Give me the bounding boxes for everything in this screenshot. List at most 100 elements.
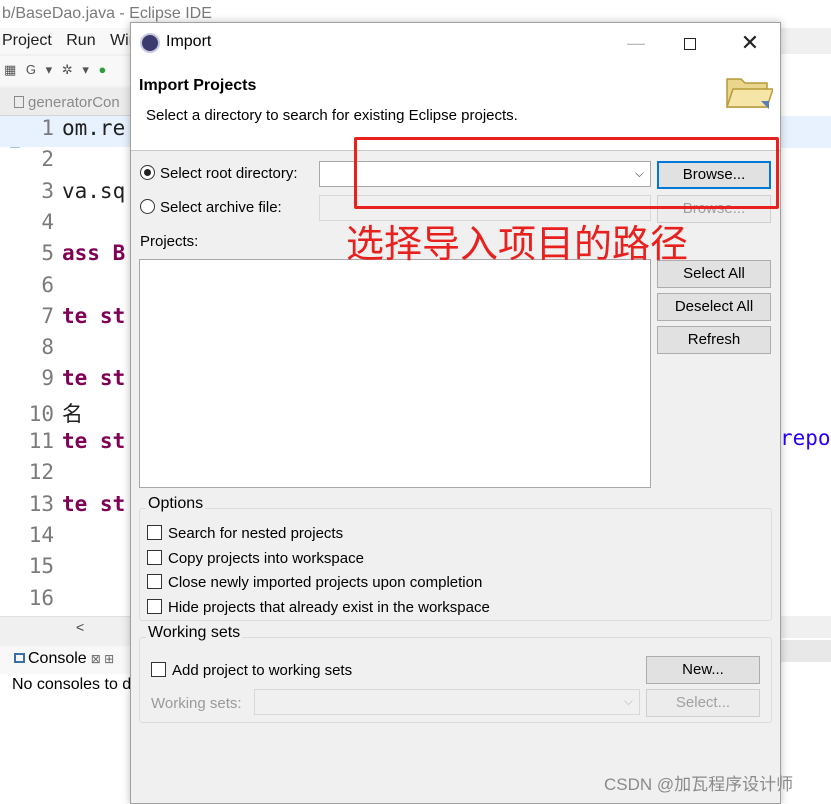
search-nested-label: Search for nested projects: [168, 525, 344, 542]
eclipse-icon: [140, 33, 160, 53]
checkbox-icon: [151, 662, 166, 677]
line-code: te st: [62, 303, 126, 328]
dialog-titlebar[interactable]: Import — ✕: [131, 23, 780, 63]
line-number: 8: [41, 335, 54, 360]
line-code: te st: [62, 491, 126, 516]
copy-projects-label: Copy projects into workspace: [168, 550, 364, 567]
root-directory-label: Select root directory:: [160, 165, 298, 182]
editor-line[interactable]: 5 ass B: [0, 241, 140, 272]
annotation-text: 选择导入项目的路径: [346, 222, 689, 266]
editor-line[interactable]: 9 te st: [0, 366, 140, 397]
menu-run[interactable]: Run: [66, 32, 95, 49]
editor-line[interactable]: 6: [0, 273, 140, 304]
line-number: 16: [28, 585, 54, 610]
line-code: te st: [62, 429, 126, 453]
select-working-set-button[interactable]: Select...: [646, 689, 760, 717]
editor-horizontal-scrollbar[interactable]: <: [0, 616, 140, 638]
editor-line[interactable]: 1 om.re: [0, 116, 140, 147]
editor-line[interactable]: 16: [0, 586, 140, 617]
line-number: 10: [28, 401, 54, 426]
dialog-title: Import: [166, 33, 212, 50]
editor-line[interactable]: 3 va.sq: [0, 179, 140, 210]
toolbar-dropdown-icon[interactable]: ▾: [82, 62, 89, 77]
checkbox-icon: [147, 525, 162, 540]
line-number: 12: [28, 460, 54, 485]
import-dialog: Import — ✕ Import Projects Select a dire…: [130, 22, 781, 804]
toolbar-run-icon[interactable]: ●: [99, 62, 107, 77]
console-output: No consoles to d: [0, 674, 140, 804]
checkbox-icon: [147, 599, 162, 614]
line-number: 5: [41, 241, 54, 266]
hide-existing-checkbox[interactable]: Hide projects that already exist in the …: [147, 599, 490, 616]
ide-toolbar: ▦ G ▾ ✲ ▾ ●: [0, 56, 140, 86]
menu-project[interactable]: Project: [2, 32, 52, 49]
archive-file-label: Select archive file:: [160, 199, 282, 216]
close-imported-label: Close newly imported projects upon compl…: [168, 574, 483, 591]
header-description: Select a directory to search for existin…: [146, 107, 518, 124]
editor-line[interactable]: 2: [0, 147, 140, 178]
editor-line[interactable]: 7 te st: [0, 304, 140, 335]
editor-line[interactable]: 14: [0, 523, 140, 554]
line-number: 15: [28, 554, 54, 579]
editor-line[interactable]: 13 te st: [0, 492, 140, 523]
close-imported-checkbox[interactable]: Close newly imported projects upon compl…: [147, 574, 482, 591]
toolbar-grid-icon[interactable]: ▦: [4, 62, 16, 77]
editor-line[interactable]: 4: [0, 210, 140, 241]
scroll-left-icon[interactable]: <: [76, 619, 84, 635]
view-toolbar-right: [780, 640, 831, 662]
search-nested-checkbox[interactable]: Search for nested projects: [147, 525, 343, 542]
toolbar-dropdown-icon[interactable]: ▾: [46, 62, 53, 77]
radio-unselected-icon: [140, 199, 155, 214]
line-number: 2: [41, 147, 54, 172]
radio-selected-icon: [140, 165, 155, 180]
checkbox-icon: [147, 574, 162, 589]
maximize-icon: [684, 38, 696, 50]
copy-projects-checkbox[interactable]: Copy projects into workspace: [147, 550, 364, 567]
editor-tab[interactable]: generatorCon: [0, 88, 140, 116]
minimize-button[interactable]: —: [613, 23, 659, 63]
projects-list[interactable]: [139, 259, 651, 488]
console-icon: [14, 653, 25, 663]
deselect-all-button[interactable]: Deselect All: [657, 293, 771, 321]
projects-label: Projects:: [140, 233, 199, 250]
chevron-down-icon[interactable]: ⌵: [624, 694, 633, 709]
code-editor[interactable]: 1 om.re 2 3 va.sq 4 5 ass B 6 7 te st 8 9 te st 10 名 11 t…: [0, 116, 140, 616]
line-number: 7: [41, 303, 54, 328]
code-fragment: repor: [780, 426, 831, 450]
archive-file-radio[interactable]: Select archive file:: [140, 199, 282, 216]
options-title: Options: [146, 495, 206, 513]
line-number: 13: [28, 491, 54, 516]
console-tab-close-icon[interactable]: ⊠ ⊞: [91, 652, 114, 666]
toolbar-debug-icon[interactable]: ✲: [62, 62, 73, 77]
working-sets-combo[interactable]: ⌵: [254, 689, 640, 715]
new-working-set-button[interactable]: New...: [646, 656, 760, 684]
toolbar-g-icon[interactable]: G: [26, 62, 36, 77]
working-sets-group: Working sets Add project to working sets…: [139, 624, 772, 723]
line-code: va.sq: [62, 178, 126, 203]
current-line-highlight: [780, 116, 831, 148]
header-title: Import Projects: [139, 77, 257, 94]
editor-line[interactable]: 8: [0, 335, 140, 366]
close-button[interactable]: ✕: [727, 23, 773, 63]
java-file-icon: [14, 96, 24, 108]
add-to-working-sets-label: Add project to working sets: [172, 662, 353, 679]
add-to-working-sets-checkbox[interactable]: Add project to working sets: [151, 662, 352, 679]
line-code: om.re: [62, 116, 126, 140]
console-tab[interactable]: Console ⊠ ⊞: [0, 646, 140, 674]
line-number: 14: [28, 522, 54, 547]
maximize-button[interactable]: [667, 23, 713, 63]
editor-line[interactable]: 12: [0, 460, 140, 491]
line-number: 4: [41, 209, 54, 234]
root-directory-radio[interactable]: Select root directory:: [140, 165, 298, 182]
editor-line[interactable]: 10 名: [0, 398, 140, 429]
editor-line[interactable]: 15: [0, 554, 140, 585]
options-group: Options Search for nested projects Copy …: [139, 495, 772, 621]
checkbox-icon: [147, 550, 162, 565]
line-number: 1: [41, 116, 54, 140]
hide-existing-label: Hide projects that already exist in the …: [168, 599, 490, 616]
line-number: 6: [41, 272, 54, 297]
editor-tab-label: generatorCon: [28, 94, 120, 111]
editor-right-area: repor: [780, 54, 831, 804]
refresh-button[interactable]: Refresh: [657, 326, 771, 354]
editor-line[interactable]: 11 te st: [0, 429, 140, 460]
